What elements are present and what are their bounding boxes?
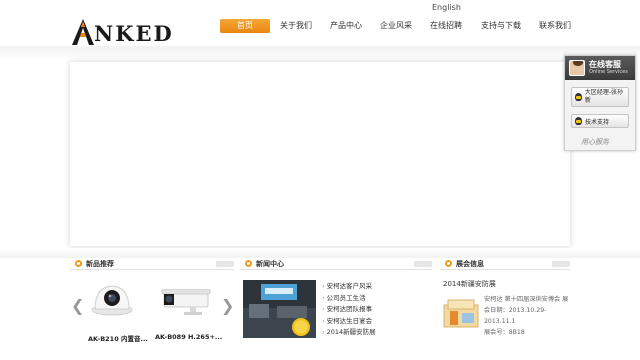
online-service-titles: 在线客服 Online Services (589, 60, 628, 76)
panel-title: 新品推荐 (86, 259, 114, 268)
site-logo[interactable]: NKED ® (72, 19, 241, 46)
exhibition-info-line: 2013.11.1 (484, 318, 516, 325)
online-service-header: 在线客服 Online Services (565, 56, 635, 80)
hero-banner[interactable] (70, 62, 570, 246)
nav-item-jobs[interactable]: 在线招聘 (421, 19, 471, 33)
contact-label: 技术支持 (585, 118, 610, 126)
online-service-title: 在线客服 (589, 60, 621, 69)
panel-title: 新闻中心 (256, 259, 284, 268)
arrow-bullet-icon: › (322, 282, 325, 290)
bullet-circle-icon (445, 260, 452, 267)
exhibition-headline[interactable]: 2014新疆安防展 (443, 279, 496, 289)
section-divider (0, 248, 640, 258)
panel-header: 新闻中心 (240, 258, 432, 270)
arrow-bullet-icon: › (322, 316, 325, 325)
product-label[interactable]: AK-B210 内置音... (88, 333, 148, 343)
chevron-left-icon[interactable]: ❮ (71, 296, 84, 315)
list-item[interactable]: › 公司员工生活 (322, 293, 376, 305)
arrow-bullet-icon: › (322, 328, 325, 336)
exhibition-info-line[interactable]: 安柯达 第十四届深圳安博会 展 (484, 294, 568, 305)
logo-a-icon (72, 19, 94, 45)
avatar (569, 60, 585, 76)
product-image-dome-camera[interactable] (91, 283, 133, 321)
nav-item-home[interactable]: 首页 (220, 19, 270, 33)
news-list: › 安柯达客户风采 › 公司员工生活 › 安柯达团队报事 › 安柯达生日宴会 › 2014… (322, 281, 376, 339)
arrow-bullet-icon: › (322, 305, 325, 313)
bullet-circle-icon (245, 260, 252, 267)
news-photo (243, 280, 316, 338)
exhibition-photo (443, 299, 479, 328)
contact-button-manager[interactable]: 大区经理-张孙新 (571, 87, 629, 107)
panel-header: 展会信息 (440, 258, 570, 270)
nav-item-culture[interactable]: 企业风采 (371, 19, 421, 33)
qq-icon (575, 117, 582, 125)
bullet-camera-icon (161, 288, 211, 315)
panel-header: 新品推荐 (70, 258, 234, 270)
online-service-footer: 用心服务 (581, 138, 609, 146)
bullet-circle-icon (75, 260, 82, 267)
dome-camera-icon (91, 285, 133, 316)
product-image-bullet-camera[interactable] (160, 288, 212, 321)
exhibition-info-line: 展会号：8B18 (484, 329, 525, 336)
online-service-subtitle: Online Services (589, 69, 628, 75)
header-divider (0, 46, 640, 60)
news-link[interactable]: 公司员工生活 (327, 294, 366, 302)
online-service-widget: 在线客服 Online Services 大区经理-张孙新 技术支持 用心服务 (564, 55, 636, 151)
logo-text: NKED (94, 21, 174, 46)
logo-a-mark (72, 19, 94, 45)
product-label[interactable]: AK-B089 H.265+... (155, 333, 222, 341)
nav-item-contact[interactable]: 联系我们 (531, 19, 579, 33)
exhibition-info-line: 会日期：2013.10.29- (484, 307, 547, 314)
nav-item-products[interactable]: 产品中心 (321, 19, 371, 33)
exhibition-info: 安柯达 第十四届深圳安博会 展 会日期：2013.10.29- 2013.11.… (484, 294, 568, 338)
arrow-bullet-icon: › (322, 293, 325, 302)
contact-label: 大区经理-张孙新 (584, 89, 624, 104)
nav-item-about[interactable]: 关于我们 (271, 19, 321, 33)
exhibition-image[interactable] (442, 297, 480, 329)
news-link[interactable]: 安柯达团队报事 (327, 305, 373, 313)
news-link[interactable]: 2014新疆安防展 (327, 328, 376, 336)
news-link[interactable]: 安柯达客户风采 (327, 282, 373, 290)
news-thumbnail[interactable] (243, 280, 316, 338)
nav-item-support[interactable]: 支持与下载 (471, 19, 531, 33)
more-button[interactable] (216, 261, 234, 267)
more-button[interactable] (552, 261, 570, 267)
english-link[interactable]: English (432, 3, 461, 12)
chevron-right-icon[interactable]: ❯ (221, 296, 234, 315)
list-item[interactable]: › 2014新疆安防展 (322, 327, 376, 339)
main-nav: 首页 关于我们 产品中心 企业风采 在线招聘 支持与下载 联系我们 (218, 19, 579, 33)
page: NKED ® English 首页 关于我们 产品中心 企业风采 在线招聘 支持… (0, 0, 640, 360)
news-link[interactable]: 安柯达生日宴会 (327, 317, 373, 325)
list-item[interactable]: › 安柯达客户风采 (322, 281, 376, 293)
more-button[interactable] (414, 261, 432, 267)
contact-button-support[interactable]: 技术支持 (571, 114, 629, 128)
qq-icon (575, 93, 582, 101)
list-item[interactable]: › 安柯达团队报事 (322, 304, 376, 316)
list-item[interactable]: › 安柯达生日宴会 (322, 316, 376, 328)
panel-title: 展会信息 (456, 259, 484, 268)
